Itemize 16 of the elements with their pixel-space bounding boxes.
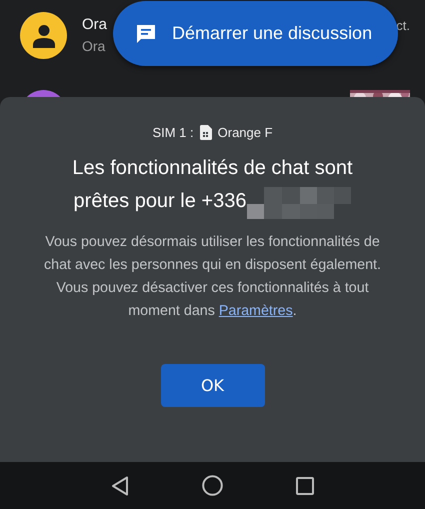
home-icon[interactable]	[202, 475, 223, 496]
sim-card-icon	[200, 125, 212, 140]
start-chat-button[interactable]: Démarrer une discussion	[113, 1, 398, 66]
dialog-message: Vous pouvez désormais utiliser les fonctionnalités de chat avec les personnes qui en disposent également. Vous pouvez désactiver ces fonctionnalités à tout moment dans Paramètres.	[43, 233, 382, 321]
settings-link[interactable]: Paramètres	[218, 303, 293, 319]
dialog-title: Les fonctionnalités de chat sont	[72, 156, 353, 181]
carrier-name: Orange F	[218, 125, 273, 140]
contact-name: Ora	[82, 15, 108, 35]
back-icon[interactable]	[111, 476, 129, 496]
ok-button[interactable]: OK	[160, 364, 264, 407]
sim-label: SIM 1 :	[152, 125, 194, 140]
message-preview: Ora	[82, 37, 106, 56]
dialog-title: prêtes pour le +336	[74, 188, 246, 214]
recents-icon[interactable]	[296, 476, 314, 494]
message-snippet: ct.	[396, 18, 410, 33]
person-icon	[32, 24, 54, 48]
